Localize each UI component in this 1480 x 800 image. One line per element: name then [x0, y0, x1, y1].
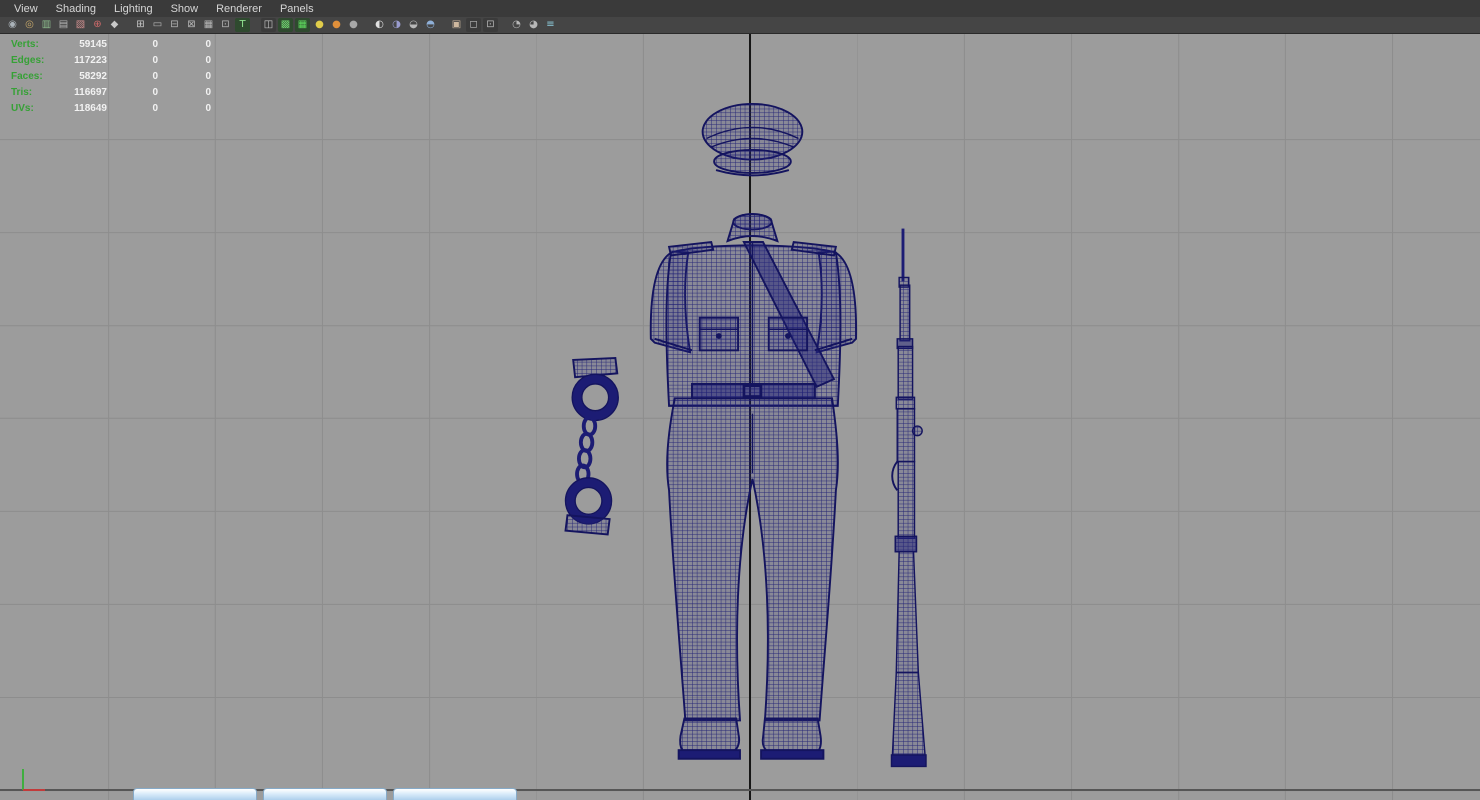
cap-wireframe-object[interactable] [701, 102, 804, 177]
wireframe-icon[interactable]: ◫ [261, 18, 276, 32]
hud-row: UVs: 118649 0 0 [11, 100, 211, 116]
viewport[interactable]: Verts: 59145 0 0 Edges: 117223 0 0 Faces… [0, 33, 1480, 800]
hud-value: 117223 [74, 54, 107, 66]
toolbar-separator [440, 18, 447, 32]
xray-icon[interactable]: ◻ [466, 18, 481, 32]
film-gate-icon[interactable]: ▭ [150, 18, 165, 32]
field-chart-icon[interactable]: ▦ [201, 18, 216, 32]
hud-value: 59145 [79, 38, 107, 50]
menu-item[interactable]: Renderer [208, 1, 270, 17]
bounding-box-icon[interactable]: ● [346, 18, 361, 32]
hud-row: Faces: 58292 0 0 [11, 68, 211, 84]
default-material-icon[interactable]: ● [312, 18, 327, 32]
hud-row: Tris: 116697 0 0 [11, 84, 211, 100]
hud-label: UVs: [11, 102, 34, 114]
poly-count-hud: Verts: 59145 0 0 Edges: 117223 0 0 Faces… [11, 36, 211, 116]
lock-camera-icon[interactable]: ◎ [22, 18, 37, 32]
gamma-icon[interactable]: ◕ [526, 18, 541, 32]
image-plane-icon[interactable]: ▧ [73, 18, 88, 32]
isolate-select-icon[interactable]: ▣ [449, 18, 464, 32]
safe-title-icon[interactable]: T [235, 18, 250, 32]
use-all-lights-icon[interactable]: ◐ [372, 18, 387, 32]
shadows-icon[interactable]: ◑ [389, 18, 404, 32]
taskbar-button[interactable] [263, 788, 387, 800]
xray-joints-icon[interactable]: ⊡ [483, 18, 498, 32]
panel-toolbar: ◉ ◎ ▥ ▤ ▧ ⊕ ◆ ⊞ ▭ ⊟ ⊠ ▦ ⊡ T ◫ ▩ ▦ ● ● ● ◐ ◑ ◒ ◓ ▣ ◻ ⊡ ◔ ◕ ≡ [0, 17, 1480, 34]
ambient-occlusion-icon[interactable]: ◒ [406, 18, 421, 32]
grease-pencil-icon[interactable]: ◆ [107, 18, 122, 32]
hud-value: 0 [152, 86, 158, 98]
hud-value: 0 [152, 70, 158, 82]
panel-menubar: View Shading Lighting Show Renderer Panels [0, 0, 1480, 18]
bookmarks-icon[interactable]: ▤ [56, 18, 71, 32]
menu-item[interactable]: Show [163, 1, 207, 17]
motion-blur-icon[interactable]: ◓ [423, 18, 438, 32]
hud-value: 0 [205, 38, 211, 50]
hud-value: 0 [205, 54, 211, 66]
menu-item[interactable]: Shading [48, 1, 104, 17]
taskbar-button[interactable] [133, 788, 257, 800]
toolbar-separator [500, 18, 507, 32]
select-camera-icon[interactable]: ◉ [5, 18, 20, 32]
hud-value: 0 [152, 54, 158, 66]
hud-value: 0 [205, 70, 211, 82]
taskbar-button[interactable] [393, 788, 517, 800]
handcuffs-wireframe-object[interactable] [564, 357, 619, 536]
hud-value: 0 [205, 102, 211, 114]
hud-value: 0 [152, 102, 158, 114]
toolbar-separator [252, 18, 259, 32]
hud-value: 116697 [74, 86, 107, 98]
hud-value: 118649 [74, 102, 107, 114]
camera-attributes-icon[interactable]: ▥ [39, 18, 54, 32]
trousers-wireframe-object[interactable] [666, 397, 839, 722]
scene-wireframe [564, 102, 927, 768]
hud-row: Edges: 117223 0 0 [11, 52, 211, 68]
toolbar-separator [363, 18, 370, 32]
hud-label: Verts: [11, 38, 39, 50]
hud-row: Verts: 59145 0 0 [11, 36, 211, 52]
hud-value: 58292 [79, 70, 107, 82]
hud-label: Faces: [11, 70, 43, 82]
view-axis-indicator [22, 769, 45, 791]
menu-item[interactable]: Panels [272, 1, 322, 17]
exposure-icon[interactable]: ◔ [509, 18, 524, 32]
shirt-wireframe-object[interactable] [649, 213, 858, 407]
hud-value: 0 [205, 86, 211, 98]
safe-action-icon[interactable]: ⊡ [218, 18, 233, 32]
smooth-shade-icon[interactable]: ▩ [278, 18, 293, 32]
view-transform-icon[interactable]: ≡ [543, 18, 558, 32]
hud-label: Tris: [11, 86, 33, 98]
gate-mask-icon[interactable]: ⊠ [184, 18, 199, 32]
pan-zoom-icon[interactable]: ⊕ [90, 18, 105, 32]
grid-icon[interactable]: ⊞ [133, 18, 148, 32]
flat-shade-icon[interactable]: ● [329, 18, 344, 32]
menu-item[interactable]: View [6, 1, 46, 17]
hud-label: Edges: [11, 54, 45, 66]
taskbar [133, 788, 517, 800]
resolution-gate-icon[interactable]: ⊟ [167, 18, 182, 32]
boots-wireframe-object[interactable] [677, 717, 825, 760]
rifle-wireframe-object[interactable] [890, 228, 927, 768]
menu-item[interactable]: Lighting [106, 1, 161, 17]
hud-value: 0 [152, 38, 158, 50]
textured-icon[interactable]: ▦ [295, 18, 310, 32]
toolbar-separator [124, 18, 131, 32]
